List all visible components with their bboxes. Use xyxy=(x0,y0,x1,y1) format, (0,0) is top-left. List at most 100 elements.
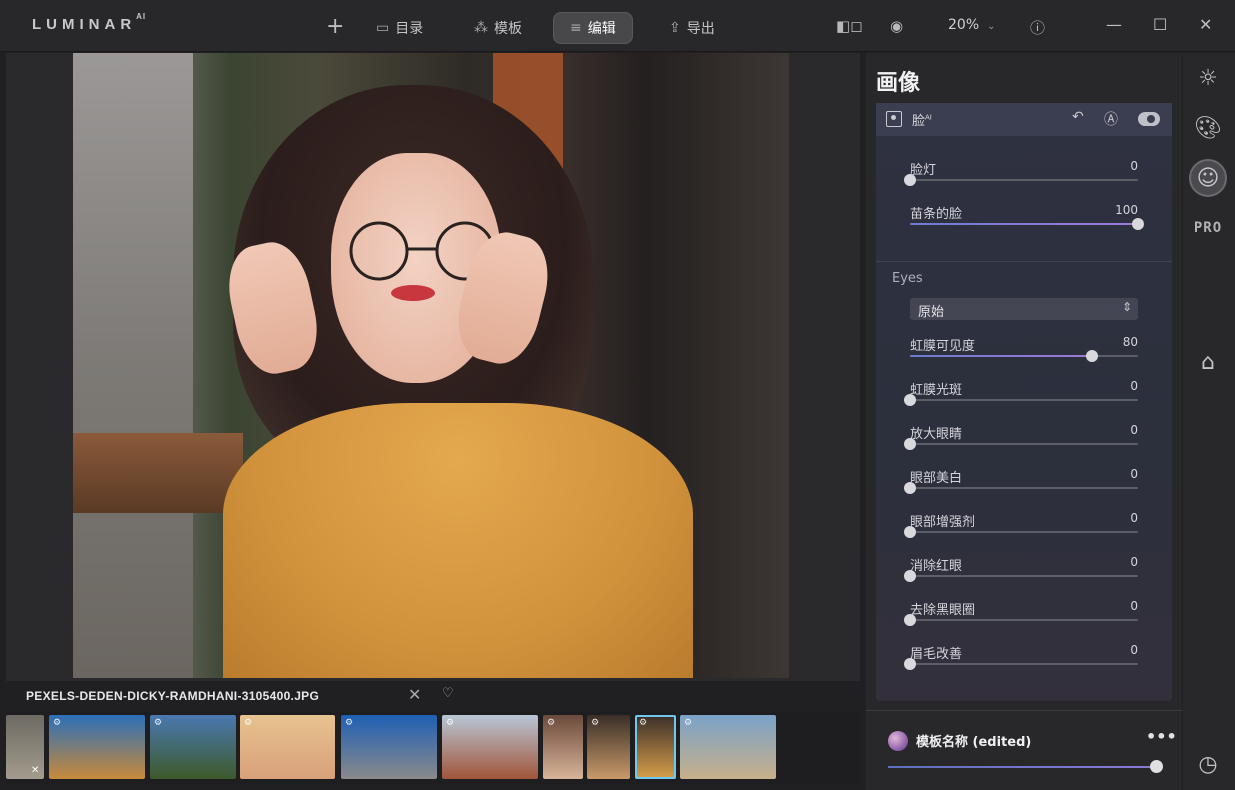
slider-knob[interactable] xyxy=(904,482,916,494)
slider-track[interactable] xyxy=(904,482,1138,494)
heart-icon[interactable]: ♡ xyxy=(442,686,454,701)
thumb-woman-curly[interactable]: ⚙ xyxy=(442,715,538,779)
slider-label: 虹膜光斑 xyxy=(910,383,963,398)
slider-eye-6[interactable]: 去除黑眼圈 0 xyxy=(904,599,1138,639)
thumb-portrait-flower[interactable]: ⚙ xyxy=(587,715,630,779)
edited-badge-icon: ⚙ xyxy=(639,718,648,728)
slider-knob[interactable] xyxy=(1132,218,1144,230)
main-photo[interactable] xyxy=(73,53,789,678)
section-visibility-toggle[interactable] xyxy=(1138,112,1160,126)
face-section-header[interactable]: 脸AI ↶ Ⓐ xyxy=(876,103,1172,136)
minimize-icon[interactable]: — xyxy=(1106,15,1122,34)
slider-track[interactable] xyxy=(904,526,1138,538)
slider-knob[interactable] xyxy=(904,174,916,186)
slider-eye-2[interactable]: 放大眼睛 0 xyxy=(904,423,1138,463)
thumb-partial[interactable]: ✕ xyxy=(6,715,44,779)
tab-templates-label: 模板 xyxy=(494,21,522,37)
slider-knob[interactable] xyxy=(904,614,916,626)
slider-track[interactable] xyxy=(904,438,1138,450)
edited-badge-icon: ⚙ xyxy=(345,718,354,728)
zoom-dropdown[interactable]: 20% ⌄ xyxy=(948,17,996,33)
tab-edit[interactable]: ≡ 编辑 xyxy=(553,12,633,44)
edited-badge-icon: ⚙ xyxy=(244,718,253,728)
photo-table xyxy=(73,433,243,513)
layers-icon[interactable]: ⌂ xyxy=(1189,343,1227,381)
preset-amount-track[interactable] xyxy=(888,766,1156,768)
slider-track[interactable] xyxy=(904,394,1138,406)
slider-fill xyxy=(910,223,1138,225)
maximize-icon[interactable]: ☐ xyxy=(1153,15,1167,34)
slider-track[interactable] xyxy=(910,218,1144,230)
photo-bg-left xyxy=(73,53,193,678)
slider-knob[interactable] xyxy=(904,526,916,538)
eye-mode-select[interactable]: 原始 ⇕ xyxy=(910,298,1138,320)
rejected-icon: ✕ xyxy=(31,765,40,776)
slider-track[interactable] xyxy=(904,174,1138,186)
preset-bar: 模板名称 (edited) ••• xyxy=(866,710,1182,790)
tool-column: ☼ 🎨︎ ☺ PRO ⌂ ◷ xyxy=(1182,53,1235,790)
edited-badge-icon: ⚙ xyxy=(446,718,455,728)
slider-value: 0 xyxy=(1130,511,1138,525)
pro-tools-tab[interactable]: PRO xyxy=(1189,209,1227,247)
thumb-mountain[interactable]: ⚙ xyxy=(49,715,145,779)
sliders-icon: ≡ xyxy=(570,20,582,36)
slider-value: 0 xyxy=(1130,467,1138,481)
slider-label: 放大眼睛 xyxy=(910,427,963,442)
thumb-girl-smile[interactable]: ⚙ xyxy=(240,715,335,779)
thumb-road-moon[interactable]: ⚙ xyxy=(341,715,437,779)
slider-value: 0 xyxy=(1130,159,1138,173)
slider-eye-5[interactable]: 消除红眼 0 xyxy=(904,555,1138,595)
more-options-icon[interactable]: ••• xyxy=(1146,727,1177,746)
tab-export[interactable]: ⇪ 导出 xyxy=(669,12,715,44)
tools-panel: 画像 脸AI ↶ Ⓐ Eyes 原始 ⇕ 脸灯 0 苗条的脸 100 虹膜可见度 80 虹膜… xyxy=(866,53,1182,790)
thumb-portrait-warm[interactable]: ⚙ xyxy=(543,715,583,779)
slider-knob[interactable] xyxy=(904,394,916,406)
slider-knob[interactable] xyxy=(904,438,916,450)
mask-icon[interactable]: Ⓐ xyxy=(1104,109,1118,129)
preset-name: 模板名称 (edited) xyxy=(916,735,1032,750)
face-section: 脸AI ↶ Ⓐ Eyes 原始 ⇕ 脸灯 0 苗条的脸 100 虹膜可见度 80 虹膜光斑 0… xyxy=(876,103,1172,701)
slider-eye-1[interactable]: 虹膜光斑 0 xyxy=(904,379,1138,419)
slider-knob[interactable] xyxy=(904,570,916,582)
slider-label: 虹膜可见度 xyxy=(910,339,976,354)
slider-knob[interactable] xyxy=(904,658,916,670)
photo-shirt xyxy=(223,403,693,678)
zoom-value: 20% xyxy=(948,17,980,33)
slider-eye-7[interactable]: 眉毛改善 0 xyxy=(904,643,1138,683)
photo-lips xyxy=(391,285,435,301)
add-photos-button[interactable]: + xyxy=(326,14,344,39)
slider-track[interactable] xyxy=(904,570,1138,582)
compare-icon[interactable]: ◧◻ xyxy=(836,17,863,35)
slider-label: 眉毛改善 xyxy=(910,647,963,662)
portrait-smile-icon[interactable]: ☺ xyxy=(1189,159,1227,197)
history-clock-icon[interactable]: ◷ xyxy=(1189,745,1227,783)
eye-icon[interactable]: ◉ xyxy=(890,17,903,35)
panel-title: 画像 xyxy=(876,71,921,96)
essentials-sun-icon[interactable]: ☼ xyxy=(1189,59,1227,97)
preset-amount-knob[interactable] xyxy=(1150,760,1163,773)
thumb-current[interactable]: ⚙ xyxy=(635,715,676,779)
slider-eye-0[interactable]: 虹膜可见度 80 xyxy=(910,335,1138,375)
tab-templates[interactable]: ⁂ 模板 xyxy=(474,12,522,44)
share-icon: ⇪ xyxy=(669,20,681,36)
slider-face-1[interactable]: 苗条的脸 100 xyxy=(910,203,1144,243)
slider-track[interactable] xyxy=(904,658,1138,670)
filename-bar: PEXELS-DEDEN-DICKY-RAMDHANI-3105400.JPG … xyxy=(6,681,860,711)
help-icon[interactable]: ⓘ xyxy=(1030,17,1045,38)
slider-eye-4[interactable]: 眼部增强剂 0 xyxy=(904,511,1138,551)
undo-icon[interactable]: ↶ xyxy=(1072,109,1084,125)
thumb-lake-mountains[interactable]: ⚙ xyxy=(680,715,776,779)
close-icon[interactable]: ✕ xyxy=(1199,15,1212,34)
slider-knob[interactable] xyxy=(1086,350,1099,362)
slider-face-0[interactable]: 脸灯 0 xyxy=(904,159,1138,199)
slider-track[interactable] xyxy=(910,350,1138,362)
slider-value: 0 xyxy=(1130,643,1138,657)
creative-palette-icon[interactable]: 🎨︎ xyxy=(1189,109,1227,147)
thumb-landscape-clouds[interactable]: ⚙ xyxy=(150,715,236,779)
filmstrip: ✕ ⚙ ⚙ ⚙ ⚙ ⚙ ⚙ ⚙ ⚙ ⚙ xyxy=(6,712,860,784)
reject-icon[interactable]: ✕ xyxy=(408,685,421,704)
file-name: PEXELS-DEDEN-DICKY-RAMDHANI-3105400.JPG xyxy=(26,689,320,703)
tab-catalog[interactable]: ▭ 目录 xyxy=(376,12,423,44)
slider-track[interactable] xyxy=(904,614,1138,626)
slider-eye-3[interactable]: 眼部美白 0 xyxy=(904,467,1138,507)
